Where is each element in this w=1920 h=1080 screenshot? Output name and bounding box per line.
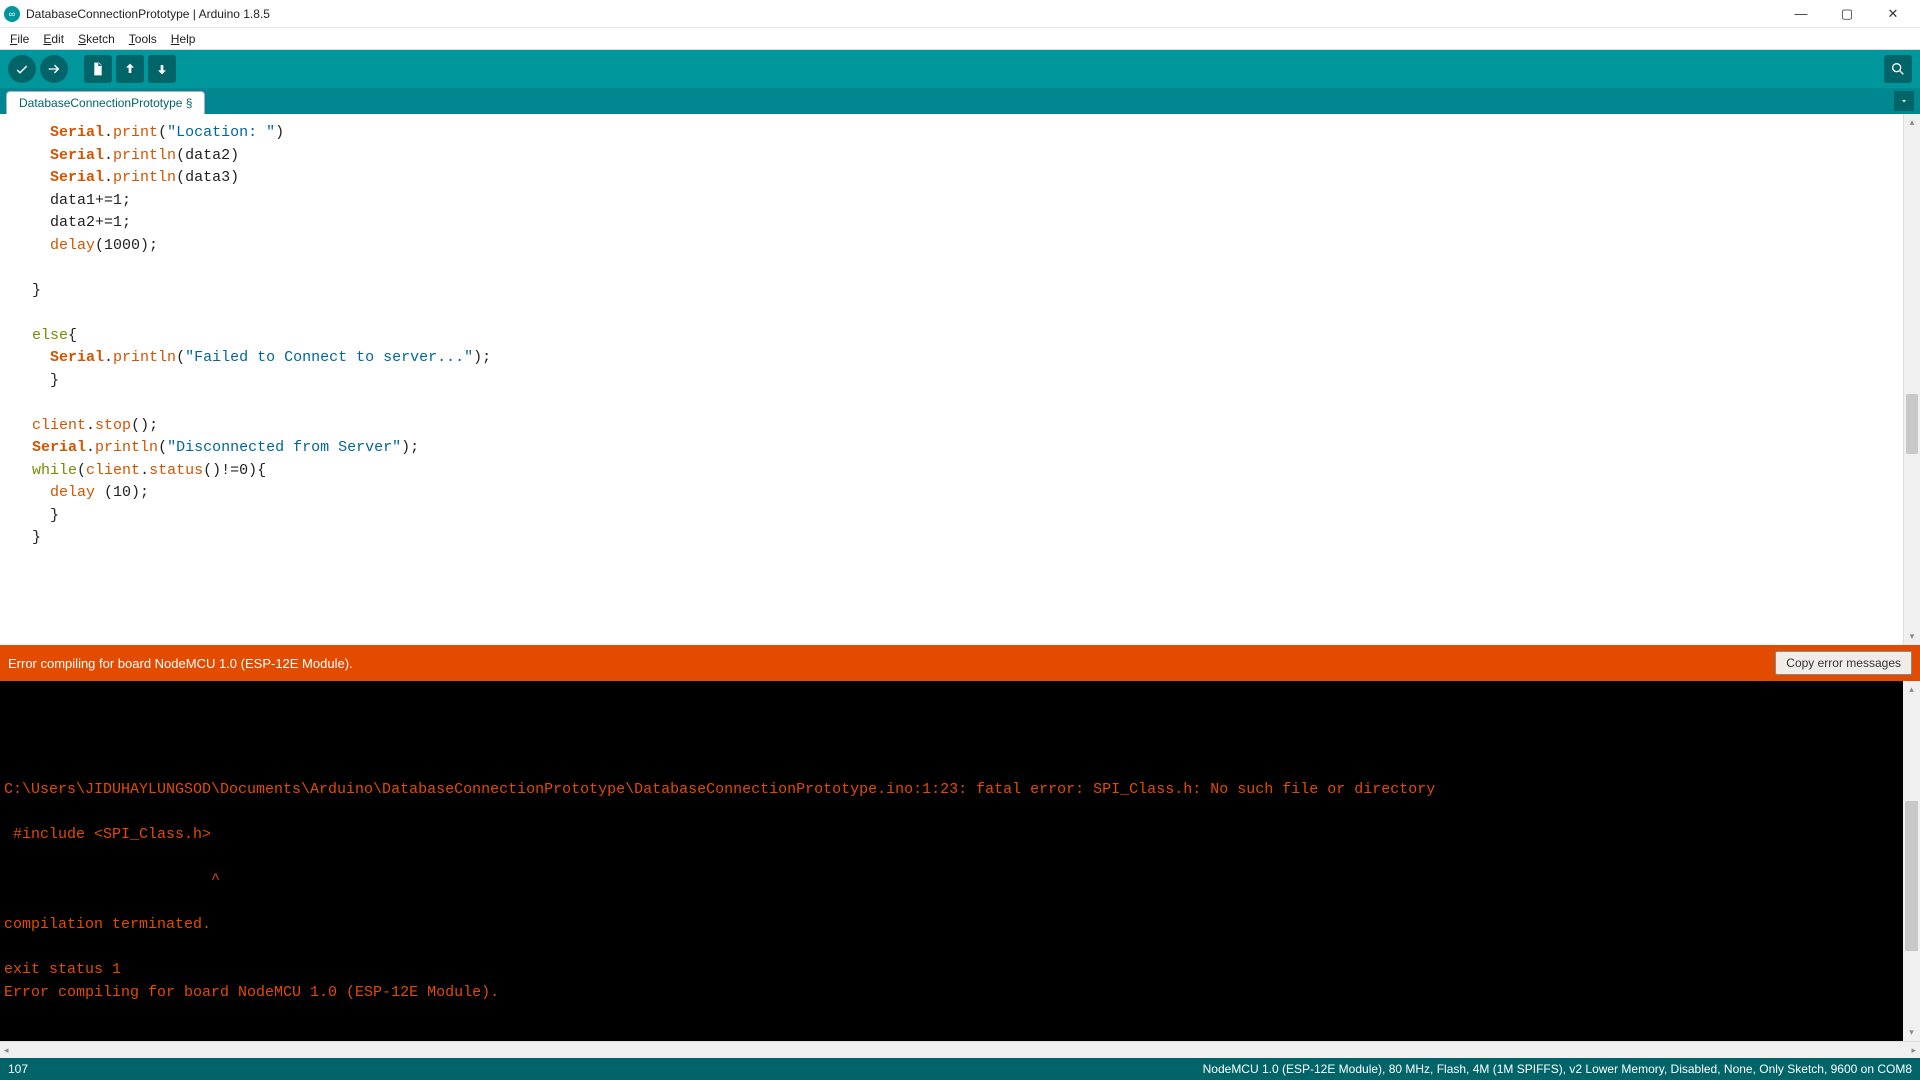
console-scrollbar-vertical[interactable] (1903, 681, 1920, 1041)
footer-line-number: 107 (8, 1062, 28, 1076)
new-button[interactable] (84, 55, 112, 83)
window-titlebar: ∞ DatabaseConnectionPrototype | Arduino … (0, 0, 1920, 28)
console-output[interactable]: C:\Users\JIDUHAYLUNGSOD\Documents\Arduin… (0, 681, 1920, 1041)
maximize-button[interactable]: ▢ (1824, 0, 1870, 28)
status-bar: Error compiling for board NodeMCU 1.0 (E… (0, 645, 1920, 681)
menu-file[interactable]: File (4, 30, 35, 48)
editor-scrollbar-thumb[interactable] (1906, 394, 1918, 454)
arrow-right-icon (46, 61, 62, 77)
menu-tools[interactable]: Tools (123, 30, 163, 48)
verify-button[interactable] (8, 55, 36, 83)
open-button[interactable] (116, 55, 144, 83)
arrow-down-icon (154, 61, 170, 77)
menu-edit[interactable]: Edit (37, 30, 70, 48)
footer-bar: 107 NodeMCU 1.0 (ESP-12E Module), 80 MHz… (0, 1058, 1920, 1080)
toolbar (0, 50, 1920, 88)
status-message: Error compiling for board NodeMCU 1.0 (E… (8, 656, 353, 671)
chevron-down-icon (1899, 96, 1909, 106)
magnifier-icon (1890, 61, 1906, 77)
file-icon (90, 61, 106, 77)
check-icon (14, 61, 30, 77)
arrow-up-icon (122, 61, 138, 77)
menu-help[interactable]: Help (165, 30, 202, 48)
upload-button[interactable] (40, 55, 68, 83)
tab-menu-button[interactable] (1894, 91, 1914, 111)
copy-error-button[interactable]: Copy error messages (1775, 651, 1912, 675)
serial-monitor-button[interactable] (1884, 55, 1912, 83)
editor-scrollbar-vertical[interactable] (1903, 114, 1920, 645)
console-scrollbar-thumb[interactable] (1905, 801, 1918, 951)
console-scrollbar-horizontal[interactable] (0, 1041, 1920, 1058)
tab-sketch[interactable]: DatabaseConnectionPrototype § (6, 91, 205, 114)
menu-sketch[interactable]: Sketch (72, 30, 121, 48)
minimize-button[interactable]: — (1778, 0, 1824, 28)
save-button[interactable] (148, 55, 176, 83)
arduino-icon: ∞ (4, 6, 20, 22)
window-title: DatabaseConnectionPrototype | Arduino 1.… (26, 7, 270, 21)
tab-bar: DatabaseConnectionPrototype § (0, 88, 1920, 114)
footer-board-info: NodeMCU 1.0 (ESP-12E Module), 80 MHz, Fl… (1203, 1062, 1912, 1076)
menubar: File Edit Sketch Tools Help (0, 28, 1920, 50)
close-button[interactable]: ✕ (1870, 0, 1916, 28)
code-editor[interactable]: Serial.print("Location: ") Serial.printl… (0, 114, 1920, 645)
